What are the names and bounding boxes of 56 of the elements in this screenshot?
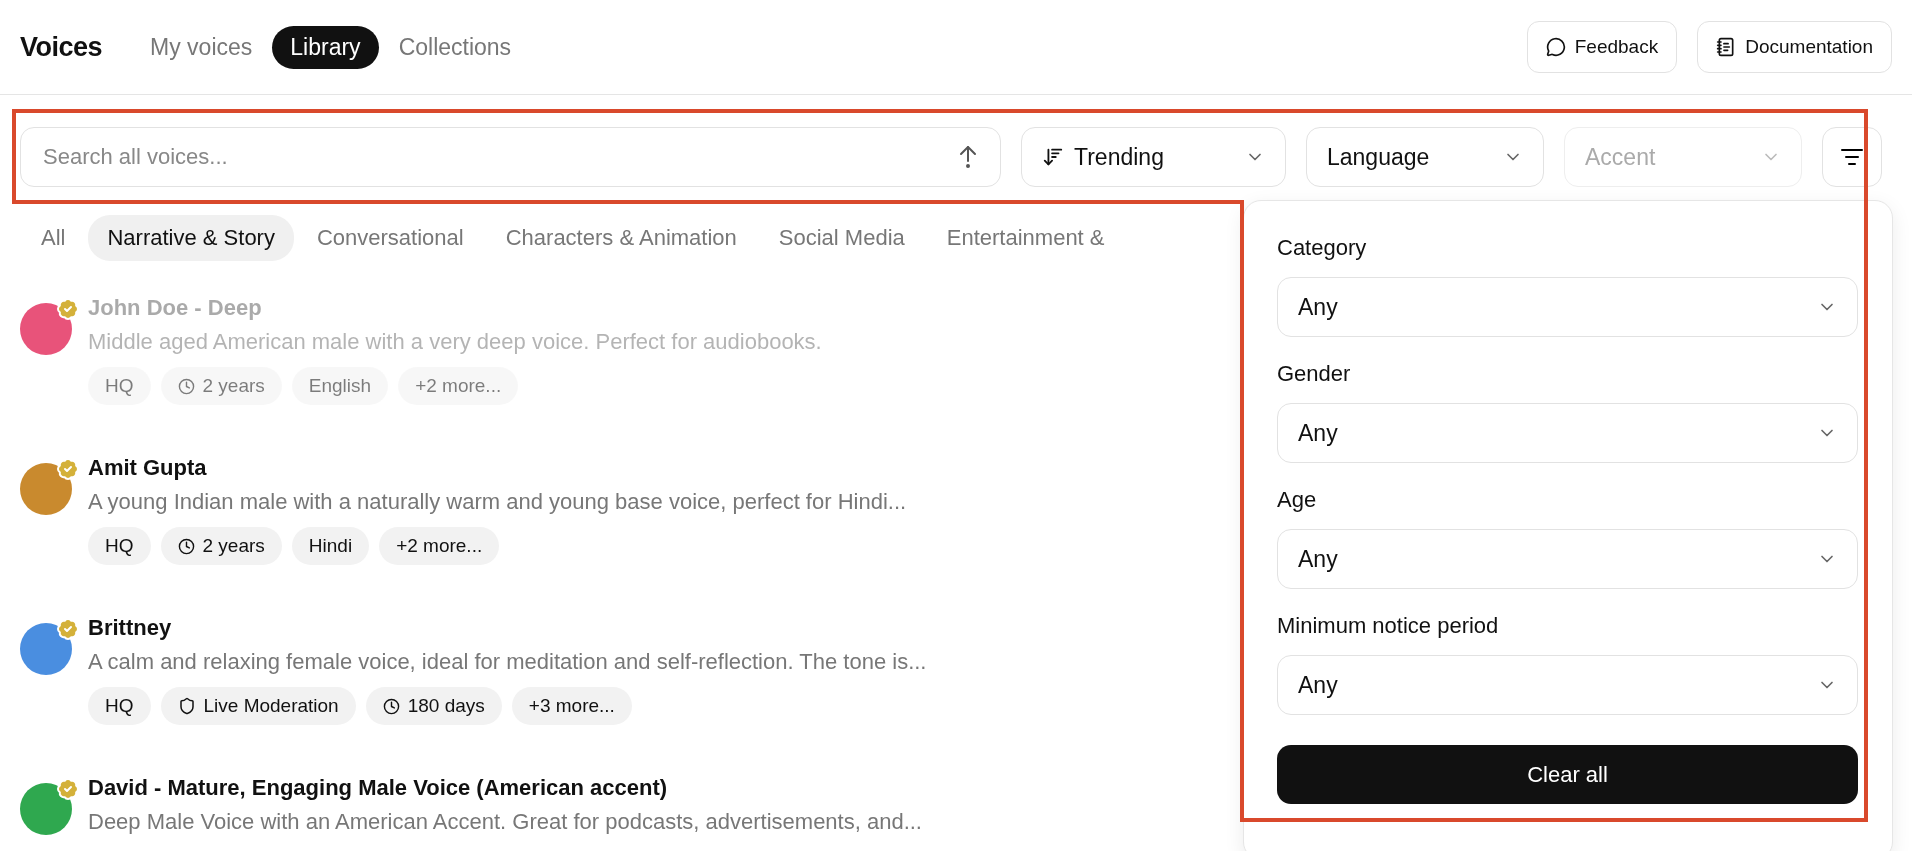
category-tab[interactable]: Entertainment & <box>927 215 1124 261</box>
voice-name[interactable]: Brittney <box>88 615 927 641</box>
dropdown[interactable]: Language <box>1306 127 1544 187</box>
clock-icon <box>177 537 195 555</box>
nav-tab[interactable]: Library <box>272 25 379 69</box>
voice-description: Middle aged American male with a very deep voice. Perfect for audiobooks. <box>88 329 822 355</box>
category-tab[interactable]: Social Media <box>759 215 924 261</box>
voice-tag: +2 more... <box>398 367 519 405</box>
filter-label: Minimum notice period <box>1277 613 1500 639</box>
verified-badge-icon <box>56 777 80 801</box>
voice-name[interactable]: Amit Gupta <box>88 455 907 481</box>
voice-tag: 2 years <box>160 367 282 405</box>
voice-tag: Hindi <box>291 527 370 565</box>
sort-icon <box>1042 146 1064 168</box>
voice-tag: HQ <box>88 527 151 565</box>
voice-description: A young Indian male with a naturally warm and young base voice, perfect for Hindi... <box>88 489 907 515</box>
notebook-icon <box>1716 37 1737 57</box>
verified-badge-icon <box>56 617 80 641</box>
feedback-button[interactable]: Feedback <box>1526 21 1678 73</box>
page-title: Voices <box>20 31 103 63</box>
voice-tag: HQ <box>88 367 151 405</box>
category-tab[interactable]: Characters & Animation <box>486 215 756 261</box>
category-tab[interactable]: Narrative & Story <box>88 215 294 261</box>
voice-tag: English <box>291 367 389 405</box>
filter-label: Age <box>1277 487 1318 513</box>
voice-name[interactable]: David - Mature, Engaging Male Voice (American accent) <box>88 775 922 801</box>
voice-description: A calm and relaxing female voice, ideal for meditation and self-reflection. The tone is... <box>88 649 927 675</box>
search-field[interactable]: Search all voices... <box>41 143 956 171</box>
shield-icon <box>177 697 196 715</box>
voice-tag: +2 more... <box>379 527 500 565</box>
voice-tag: +3 more... <box>511 687 632 725</box>
nav-tab[interactable]: My voices <box>132 25 271 69</box>
filter-button[interactable] <box>1822 127 1882 187</box>
voice-description: Deep Male Voice with an American Accent. Great for podcasts, advertisements, and... <box>88 809 922 835</box>
voice-tag: Live Moderation <box>160 687 356 725</box>
filter-select[interactable]: Any <box>1277 529 1858 589</box>
voice-tag: 180 days <box>365 687 502 725</box>
clock-icon <box>382 697 400 715</box>
documentation-button[interactable]: Documentation <box>1697 21 1892 73</box>
search-bar[interactable]: Search all voices... <box>20 127 1001 187</box>
nav-tab[interactable]: Collections <box>380 25 530 69</box>
clear-all-button[interactable]: Clear all <box>1277 745 1858 804</box>
verified-badge-icon <box>56 457 80 481</box>
filter-label: Gender <box>1277 361 1352 387</box>
category-tab[interactable]: All <box>22 215 85 261</box>
dropdown[interactable]: Trending <box>1021 127 1286 187</box>
filter-label: Category <box>1277 235 1368 261</box>
filter-select[interactable]: Any <box>1277 403 1858 463</box>
clock-icon <box>177 377 195 395</box>
filter-select[interactable]: Any <box>1277 655 1858 715</box>
verified-badge-icon <box>56 297 80 321</box>
speech-bubble-icon <box>1545 37 1566 57</box>
filter-select[interactable]: Any <box>1277 277 1858 337</box>
voice-tag: HQ <box>88 687 151 725</box>
category-tab[interactable]: Conversational <box>297 215 483 261</box>
voice-tag: 2 years <box>160 527 282 565</box>
